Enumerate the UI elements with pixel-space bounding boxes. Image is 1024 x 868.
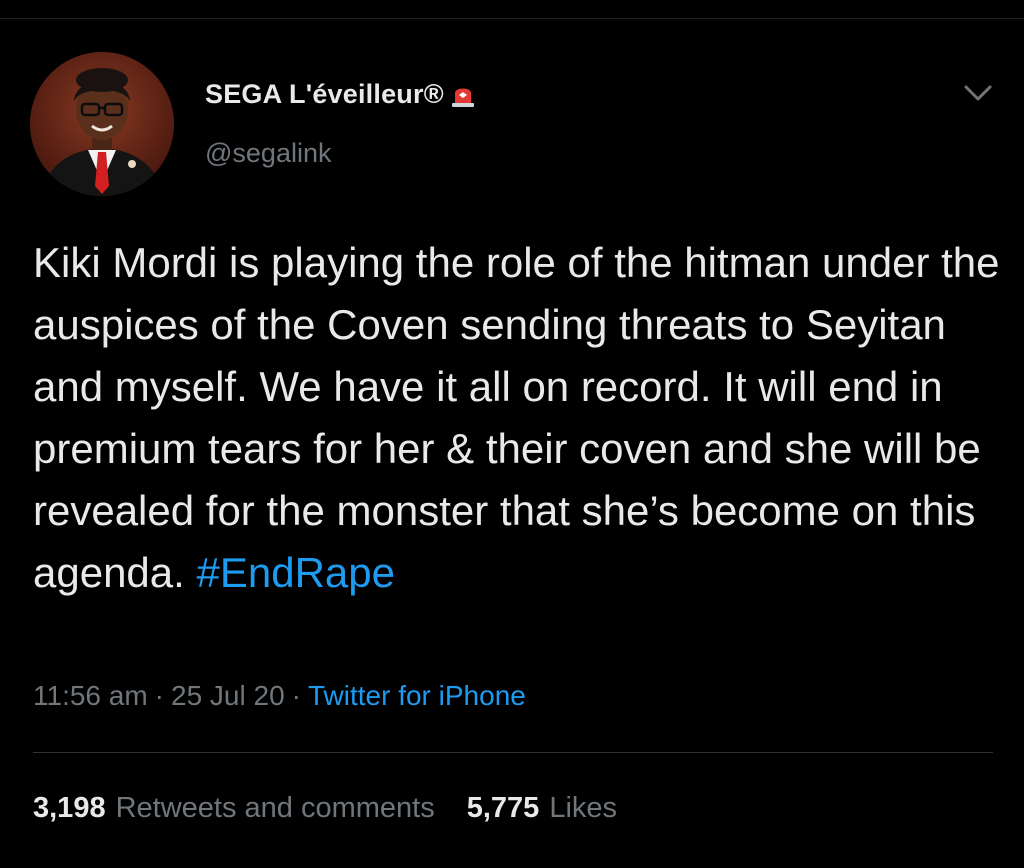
tweet-stats: 3,198 Retweets and comments 5,775 Likes [33,792,617,825]
tweet-body-text: Kiki Mordi is playing the role of the hi… [33,239,1012,596]
stats-divider [33,752,993,753]
retweets-count: 3,198 [33,792,106,824]
siren-icon [451,88,474,107]
retweets-label: Retweets and comments [115,792,435,824]
author-handle[interactable]: @segalink [205,138,331,169]
tweet-source[interactable]: Twitter for iPhone [308,680,526,712]
meta-separator: · [154,680,164,711]
tweet-date[interactable]: 25 Jul 20 [171,680,285,712]
meta-separator: · [291,680,301,711]
likes-label: Likes [549,792,618,824]
retweets-stat[interactable]: 3,198 Retweets and comments [33,792,435,825]
likes-stat[interactable]: 5,775 Likes [467,792,617,825]
tweet-meta: 11:56 am · 25 Jul 20 · Twitter for iPhon… [33,680,526,712]
avatar-image [30,52,174,196]
avatar[interactable] [30,52,174,196]
tweet-time[interactable]: 11:56 am [33,680,148,712]
top-divider [0,18,1024,19]
author-name-row[interactable]: SEGA L'éveilleur® [205,76,478,112]
display-name[interactable]: SEGA L'éveilleur® [205,79,444,110]
chevron-down-icon[interactable] [958,78,998,108]
tweet-text: Kiki Mordi is playing the role of the hi… [33,232,1008,604]
likes-count: 5,775 [466,792,540,824]
hashtag-link[interactable]: #EndRape [197,549,396,596]
